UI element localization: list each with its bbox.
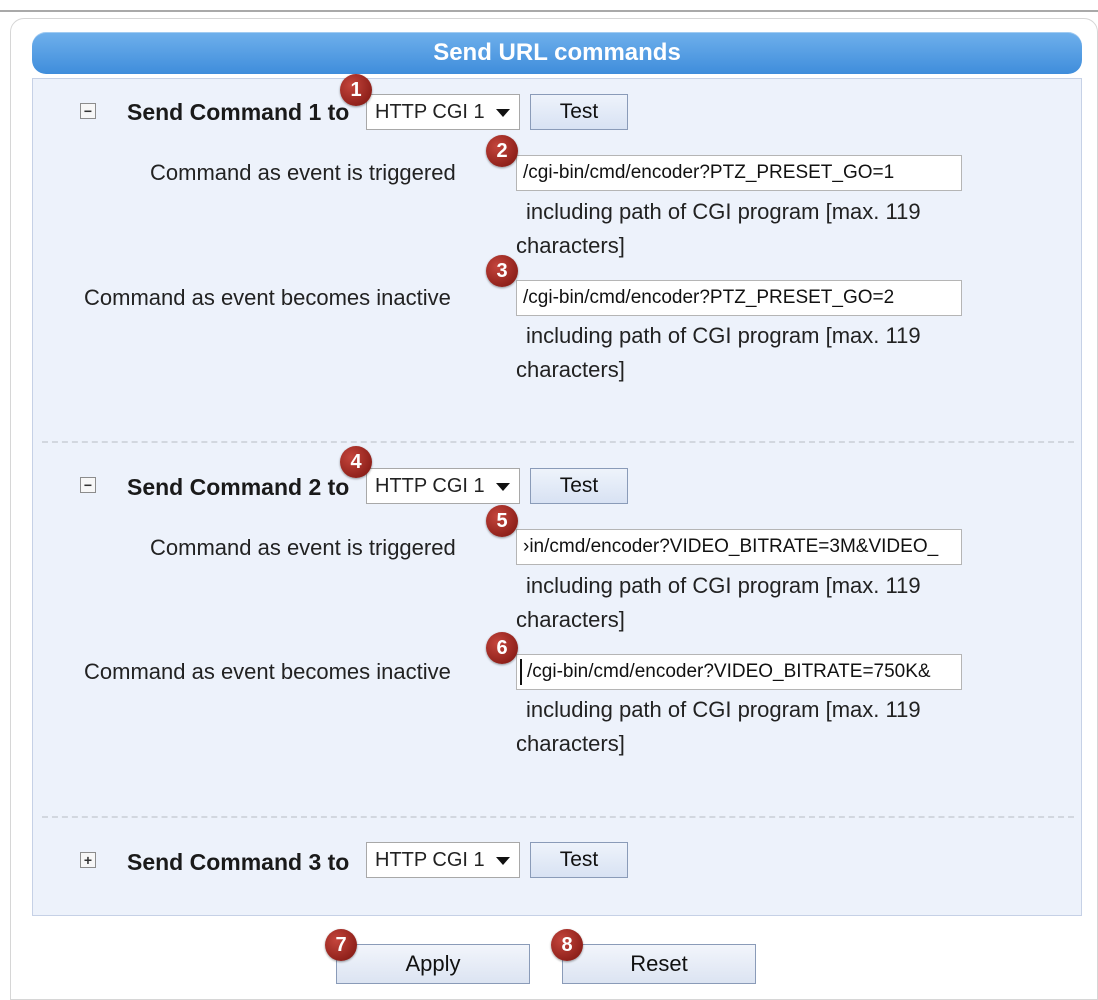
command-2-label: Send Command 2 to xyxy=(127,474,350,500)
callout-badge-6: 6 xyxy=(486,632,518,664)
command-2-triggered-input[interactable]: ›in/cmd/encoder?VIDEO_BITRATE=3M&VIDEO_ xyxy=(516,529,962,565)
command-2-triggered-label: Command as event is triggered xyxy=(150,535,456,560)
dropdown-arrow-icon xyxy=(496,483,510,491)
command-3-test-button[interactable]: Test xyxy=(530,842,628,878)
command-2-inactive-input[interactable]: /cgi-bin/cmd/encoder?VIDEO_BITRATE=750K& xyxy=(516,654,962,690)
reset-button[interactable]: Reset xyxy=(562,944,756,984)
command-1-inactive-input[interactable]: /cgi-bin/cmd/encoder?PTZ_PRESET_GO=2 xyxy=(516,280,962,316)
dropdown-arrow-icon xyxy=(496,109,510,117)
command-1-triggered-input[interactable]: /cgi-bin/cmd/encoder?PTZ_PRESET_GO=1 xyxy=(516,155,962,191)
command-3-target-select[interactable]: HTTP CGI 1 xyxy=(366,842,520,878)
select-value: HTTP CGI 1 xyxy=(375,849,485,871)
callout-badge-8: 8 xyxy=(551,929,583,961)
select-value: HTTP CGI 1 xyxy=(375,101,485,123)
callout-badge-5: 5 xyxy=(486,505,518,537)
select-value: HTTP CGI 1 xyxy=(375,475,485,497)
section-divider xyxy=(42,816,1074,818)
command-3-label: Send Command 3 to xyxy=(127,849,350,875)
callout-badge-4: 4 xyxy=(340,446,372,478)
command-2-inactive-help: including path of CGI program [max. 119 … xyxy=(516,697,921,756)
command-1-triggered-label: Command as event is triggered xyxy=(150,160,456,185)
collapse-icon[interactable]: − xyxy=(80,103,96,119)
callout-badge-3: 3 xyxy=(486,255,518,287)
text-cursor xyxy=(520,659,522,685)
command-2-triggered-help: including path of CGI program [max. 119 … xyxy=(516,573,921,632)
callout-badge-2: 2 xyxy=(486,135,518,167)
section-header: Send URL commands xyxy=(32,32,1082,74)
top-border xyxy=(0,0,1098,12)
callout-badge-7: 7 xyxy=(325,929,357,961)
collapse-icon[interactable]: − xyxy=(80,477,96,493)
command-1-triggered-help: including path of CGI program [max. 119 … xyxy=(516,199,921,258)
dropdown-arrow-icon xyxy=(496,857,510,865)
command-1-inactive-help: including path of CGI program [max. 119 … xyxy=(516,323,921,382)
command-2-test-button[interactable]: Test xyxy=(530,468,628,504)
command-1-label: Send Command 1 to xyxy=(127,99,350,125)
section-divider xyxy=(42,441,1074,443)
command-1-target-select[interactable]: HTTP CGI 1 xyxy=(366,94,520,130)
callout-badge-1: 1 xyxy=(340,74,372,106)
command-2-target-select[interactable]: HTTP CGI 1 xyxy=(366,468,520,504)
command-2-inactive-label: Command as event becomes inactive xyxy=(84,659,451,684)
command-1-inactive-label: Command as event becomes inactive xyxy=(84,285,451,310)
command-1-test-button[interactable]: Test xyxy=(530,94,628,130)
expand-icon[interactable]: + xyxy=(80,852,96,868)
apply-button[interactable]: Apply xyxy=(336,944,530,984)
